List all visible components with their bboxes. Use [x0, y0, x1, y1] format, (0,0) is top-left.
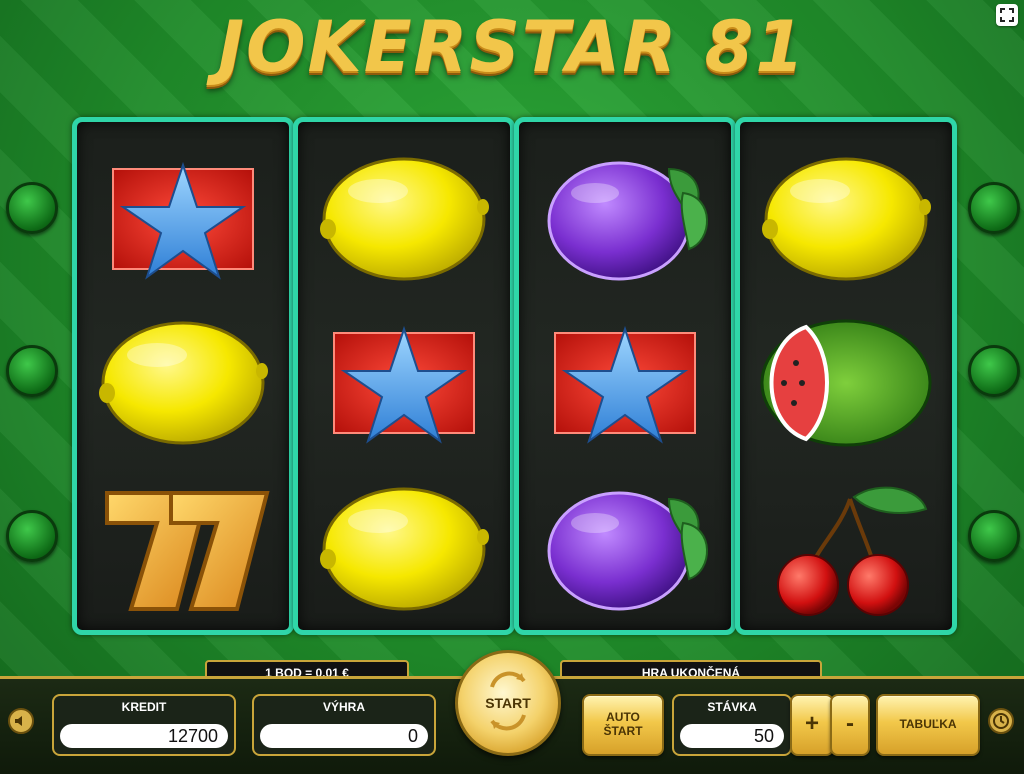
reel-2-symbol-star — [298, 303, 510, 463]
reel-3-symbol-plum — [519, 469, 731, 629]
win-box: VÝHRA 0 — [252, 694, 436, 756]
paytable-button[interactable]: TABUĽKA — [876, 694, 980, 756]
speaker-icon[interactable] — [8, 708, 34, 734]
bet-minus-button[interactable]: - — [830, 694, 870, 756]
auto-start-button[interactable]: AUTO ŠTART — [582, 694, 664, 756]
reel-4-symbol-cherries — [740, 469, 952, 629]
reel-1-symbol-star — [77, 139, 289, 299]
payline-button-left-3[interactable] — [6, 510, 58, 562]
win-value: 0 — [260, 724, 428, 748]
bet-plus-button[interactable]: + — [790, 694, 834, 756]
bet-label: STÁVKA — [707, 700, 757, 714]
payline-button-right-1[interactable] — [968, 182, 1020, 234]
payline-button-right-3[interactable] — [968, 510, 1020, 562]
auto-start-label-line2: ŠTART — [603, 724, 643, 738]
reel-2-symbol-lemon — [298, 469, 510, 629]
win-label: VÝHRA — [322, 700, 365, 714]
reel-2-symbol-lemon — [298, 139, 510, 299]
payline-button-left-1[interactable] — [6, 182, 58, 234]
reel-3-symbol-plum — [519, 139, 731, 299]
payline-button-left-2[interactable] — [6, 345, 58, 397]
auto-start-label-line1: AUTO — [606, 710, 640, 724]
bet-box: STÁVKA 50 — [672, 694, 792, 756]
reel-4-symbol-watermelon — [740, 303, 952, 463]
credit-label: KREDIT — [121, 700, 167, 714]
credit-box: KREDIT 12700 — [52, 694, 236, 756]
bet-value: 50 — [680, 724, 784, 748]
fullscreen-icon[interactable] — [996, 4, 1018, 26]
start-button[interactable]: START — [455, 650, 561, 756]
reel-3-symbol-star — [519, 303, 731, 463]
start-label: START — [485, 695, 531, 711]
credit-value: 12700 — [60, 724, 228, 748]
game-title: JOKERSTAR 81 — [217, 6, 807, 88]
reel-1-symbol-lemon — [77, 303, 289, 463]
reel-4-symbol-lemon — [740, 139, 952, 299]
payline-button-right-2[interactable] — [968, 345, 1020, 397]
reel-1-symbol-seven — [77, 469, 289, 629]
clock-icon[interactable] — [988, 708, 1014, 734]
